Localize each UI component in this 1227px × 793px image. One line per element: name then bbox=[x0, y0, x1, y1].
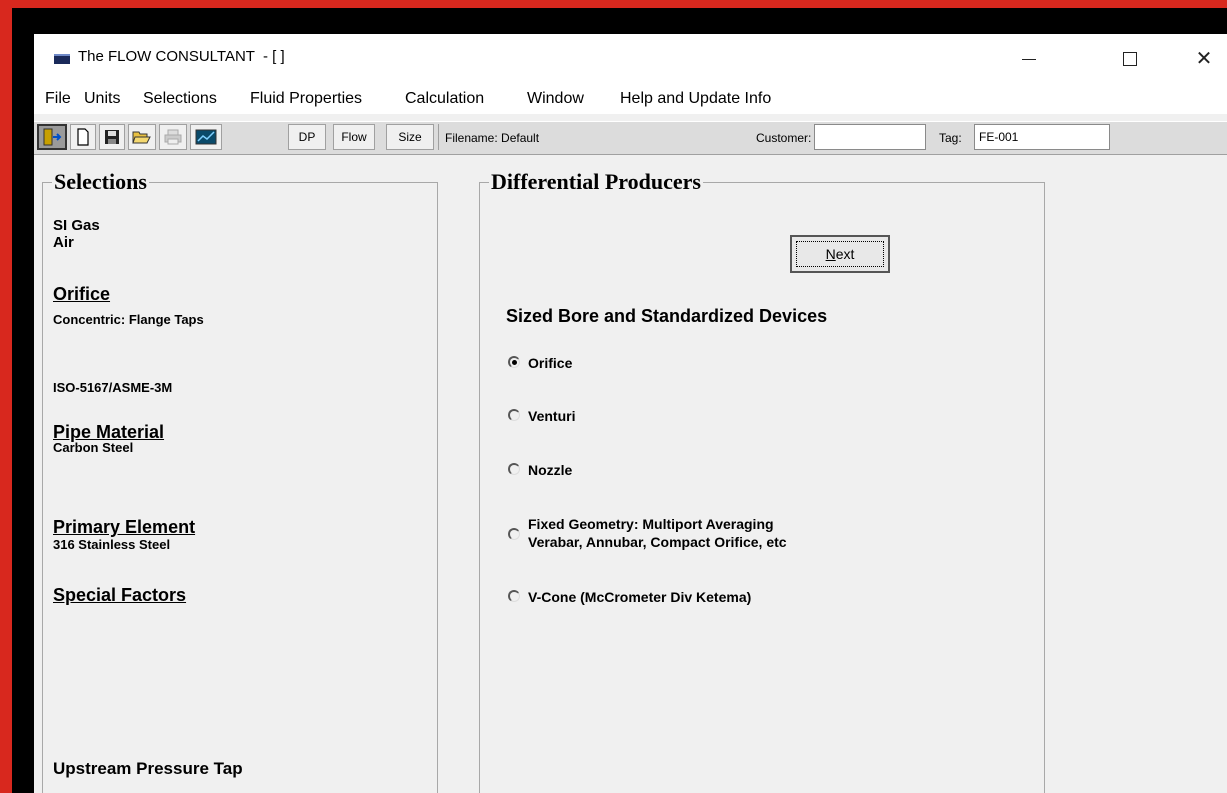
window-title: The FLOW CONSULTANT - [ ] bbox=[78, 48, 285, 65]
chart-button[interactable] bbox=[190, 124, 222, 150]
radio-label: Venturi bbox=[528, 408, 576, 424]
tag-label: Tag: bbox=[939, 131, 962, 145]
upstream-pressure-tap: Upstream Pressure Tap bbox=[53, 759, 243, 778]
differential-producers-panel: Differential Producers bbox=[479, 170, 1045, 793]
open-folder-icon bbox=[132, 131, 151, 144]
new-file-icon bbox=[77, 128, 89, 146]
next-button[interactable]: Next bbox=[790, 235, 890, 273]
menu-calculation[interactable]: Calculation bbox=[405, 90, 484, 108]
fluid-type: SI Gas bbox=[53, 217, 100, 234]
sized-bore-heading: Sized Bore and Standardized Devices bbox=[506, 306, 828, 326]
differential-producers-title: Differential Producers bbox=[489, 169, 703, 194]
menu-window[interactable]: Window bbox=[527, 90, 584, 108]
minimize-button[interactable] bbox=[1009, 42, 1049, 76]
primary-element-value: 316 Stainless Steel bbox=[53, 537, 171, 552]
toolbar-separator bbox=[438, 124, 439, 150]
exit-door-icon bbox=[43, 128, 62, 146]
app-icon bbox=[54, 54, 70, 64]
menu-file[interactable]: File bbox=[45, 90, 71, 108]
save-button[interactable] bbox=[99, 124, 125, 150]
chart-icon bbox=[195, 129, 217, 145]
radio-label: V-Cone (McCrometer Div Ketema) bbox=[528, 589, 752, 605]
orifice-heading: Orifice bbox=[53, 284, 111, 304]
menu-help-update[interactable]: Help and Update Info bbox=[620, 90, 771, 108]
dp-button[interactable]: DP bbox=[288, 124, 326, 150]
customer-input[interactable] bbox=[814, 124, 926, 150]
standard-text: ISO-5167/ASME-3M bbox=[53, 380, 173, 395]
maximize-icon bbox=[1123, 52, 1137, 66]
black-border-top bbox=[12, 8, 1227, 34]
radio-label: Fixed Geometry: Multiport Averaging bbox=[528, 516, 774, 532]
printer-icon bbox=[164, 129, 182, 145]
menu-selections[interactable]: Selections bbox=[143, 90, 217, 108]
open-button[interactable] bbox=[128, 124, 156, 150]
radio-button[interactable] bbox=[508, 409, 520, 421]
tag-input[interactable]: FE-001 bbox=[974, 124, 1110, 150]
black-border-left bbox=[12, 8, 34, 793]
radio-button[interactable] bbox=[508, 463, 520, 475]
close-icon: ✕ bbox=[1195, 48, 1213, 70]
radio-label: Orifice bbox=[528, 355, 573, 371]
radio-button[interactable] bbox=[508, 528, 520, 540]
maximize-button[interactable] bbox=[1109, 42, 1149, 76]
pipe-material-value: Carbon Steel bbox=[53, 440, 134, 455]
floppy-disk-icon bbox=[105, 130, 119, 144]
minimize-icon bbox=[1022, 59, 1036, 60]
new-file-button[interactable] bbox=[70, 124, 96, 150]
radio-selected-dot bbox=[512, 360, 517, 365]
menu-units[interactable]: Units bbox=[84, 90, 120, 108]
title-bar: The FLOW CONSULTANT - [ ] ✕ bbox=[34, 34, 1227, 84]
radio-button[interactable] bbox=[508, 590, 520, 602]
menu-bar: File Units Selections Fluid Properties C… bbox=[34, 84, 1227, 114]
special-factors-heading: Special Factors bbox=[53, 585, 187, 605]
exit-button[interactable] bbox=[37, 124, 67, 150]
radio-label-line2: Verabar, Annubar, Compact Orifice, etc bbox=[528, 534, 787, 550]
radio-label: Nozzle bbox=[528, 462, 573, 478]
fluid-name: Air bbox=[53, 234, 74, 251]
flow-button[interactable]: Flow bbox=[333, 124, 375, 150]
app-window: The FLOW CONSULTANT - [ ] ✕ File Units S… bbox=[34, 34, 1227, 793]
print-button[interactable] bbox=[159, 124, 187, 150]
primary-element-heading: Primary Element bbox=[53, 517, 196, 537]
size-button[interactable]: Size bbox=[386, 124, 434, 150]
radio-button[interactable] bbox=[508, 356, 520, 368]
selections-title: Selections bbox=[52, 169, 149, 194]
close-button[interactable]: ✕ bbox=[1184, 42, 1224, 76]
orifice-detail: Concentric: Flange Taps bbox=[53, 312, 204, 327]
toolbar: DP Flow Size Filename: Default Customer:… bbox=[34, 121, 1227, 155]
filename-label: Filename: Default bbox=[445, 131, 540, 145]
customer-label: Customer: bbox=[756, 131, 812, 145]
client-area: Selections SI Gas Air Orifice Concentric… bbox=[34, 155, 1227, 793]
next-label: Next bbox=[825, 246, 855, 262]
menu-fluid-properties[interactable]: Fluid Properties bbox=[250, 90, 362, 108]
selections-panel: Selections bbox=[42, 170, 438, 793]
